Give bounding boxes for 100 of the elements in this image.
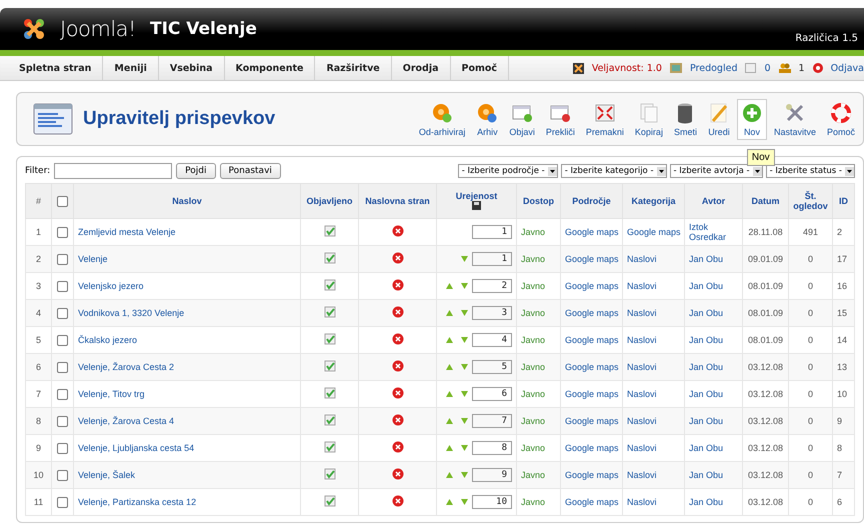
column-header[interactable]: Objavljeno [300, 184, 358, 218]
close-icon[interactable] [392, 333, 404, 345]
up-arrow-icon[interactable] [446, 418, 453, 424]
menu-item[interactable]: Meniji [103, 56, 159, 80]
title-link[interactable]: Velenje, Žarova Cesta 4 [78, 416, 174, 426]
filter-dropdown[interactable]: - Izberite avtorja - [670, 164, 763, 178]
up-arrow-icon[interactable] [446, 391, 453, 397]
published-icon[interactable] [324, 333, 336, 345]
order-field[interactable]: 8 [472, 441, 512, 455]
order-field[interactable]: 1 [472, 252, 512, 266]
column-header[interactable]: Kategorija [622, 184, 684, 218]
down-arrow-icon[interactable] [461, 391, 468, 397]
row-checkbox[interactable] [57, 226, 68, 238]
published-icon[interactable] [324, 252, 336, 264]
menu-item[interactable]: Orodja [392, 56, 451, 80]
close-icon[interactable] [392, 387, 404, 399]
row-checkbox[interactable] [57, 362, 68, 373]
row-checkbox[interactable] [57, 442, 68, 454]
title-link[interactable]: Velenje, Žarova Cesta 2 [78, 362, 174, 372]
title-link[interactable]: Velenje, Ljubljanska cesta 54 [78, 443, 194, 453]
close-icon[interactable] [392, 441, 404, 453]
row-checkbox[interactable] [57, 308, 68, 319]
settings-button[interactable]: Nastavitve [770, 98, 820, 140]
row-checkbox[interactable] [57, 496, 68, 508]
filter-dropdown[interactable]: - Izberite kategorijo - [560, 164, 667, 178]
row-checkbox[interactable] [57, 334, 68, 346]
published-icon[interactable] [324, 441, 336, 453]
close-icon[interactable] [392, 279, 404, 291]
reset-button[interactable]: Ponastavi [220, 163, 281, 179]
down-arrow-icon[interactable] [461, 445, 468, 451]
category-link[interactable]: Naslovi [627, 443, 657, 453]
title-link[interactable]: Čkalsko jezero [78, 335, 138, 345]
up-arrow-icon[interactable] [446, 499, 453, 505]
up-arrow-icon[interactable] [446, 472, 453, 478]
order-field[interactable]: 5 [472, 360, 512, 374]
column-header[interactable]: Naslov [74, 184, 300, 218]
down-arrow-icon[interactable] [461, 364, 468, 370]
menu-item[interactable]: Razširitve [315, 56, 392, 80]
trash-button[interactable]: Smeti [670, 98, 701, 140]
down-arrow-icon[interactable] [461, 283, 468, 289]
order-field[interactable]: 6 [472, 387, 512, 401]
close-icon[interactable] [392, 306, 404, 318]
edit-button[interactable]: Uredi [704, 98, 734, 140]
logout-link[interactable]: Odjava [830, 62, 864, 74]
order-field[interactable]: 10 [472, 495, 512, 509]
published-icon[interactable] [324, 495, 336, 507]
order-field[interactable]: 7 [472, 414, 512, 428]
published-icon[interactable] [324, 414, 336, 426]
row-checkbox[interactable] [57, 280, 68, 292]
title-link[interactable]: Vodnikova 1, 3320 Velenje [78, 308, 184, 318]
category-link[interactable]: Naslovi [627, 254, 657, 264]
menu-item[interactable]: Vsebina [158, 56, 225, 80]
title-link[interactable]: Velenje, Titov trg [78, 389, 145, 399]
messages-count[interactable]: 0 [764, 62, 771, 74]
published-icon[interactable] [324, 279, 336, 291]
down-arrow-icon[interactable] [461, 472, 468, 478]
title-link[interactable]: Velenje [78, 254, 108, 264]
category-link[interactable]: Naslovi [627, 308, 657, 318]
validity-link[interactable]: Veljavnost: 1.0 [592, 62, 662, 74]
filter-dropdown[interactable]: - Izberite področje - [458, 164, 558, 178]
down-arrow-icon[interactable] [461, 256, 468, 262]
unpublish-button[interactable]: Prekliči [542, 98, 579, 140]
published-icon[interactable] [324, 360, 336, 372]
row-checkbox[interactable] [57, 470, 68, 481]
preview-link[interactable]: Predogled [690, 62, 738, 74]
column-header[interactable]: ID [832, 184, 854, 218]
go-button[interactable]: Pojdi [176, 163, 216, 179]
archive-button[interactable]: Arhiv [472, 98, 502, 140]
up-arrow-icon[interactable] [446, 445, 453, 451]
order-field[interactable]: 9 [472, 468, 512, 482]
up-arrow-icon[interactable] [446, 310, 453, 316]
down-arrow-icon[interactable] [461, 310, 468, 316]
select-all-checkbox[interactable] [57, 196, 68, 207]
close-icon[interactable] [392, 468, 404, 480]
up-arrow-icon[interactable] [446, 283, 453, 289]
title-link[interactable]: Velenje, Partizanska cesta 12 [78, 497, 196, 507]
close-icon[interactable] [392, 360, 404, 372]
published-icon[interactable] [324, 306, 336, 318]
column-header[interactable]: Avtor [684, 184, 742, 218]
publish-button[interactable]: Objavi [505, 98, 539, 140]
column-header[interactable]: Datum [742, 184, 788, 218]
row-checkbox[interactable] [57, 254, 68, 265]
category-link[interactable]: Naslovi [627, 416, 657, 426]
category-link[interactable]: Naslovi [627, 389, 657, 399]
column-header[interactable]: Št. ogledov [788, 184, 832, 218]
order-field[interactable]: 3 [472, 306, 512, 320]
new-button[interactable]: Nov [736, 98, 767, 140]
up-arrow-icon[interactable] [446, 364, 453, 370]
row-checkbox[interactable] [57, 416, 68, 427]
published-icon[interactable] [324, 225, 336, 237]
close-icon[interactable] [392, 252, 404, 264]
title-link[interactable]: Zemljevid mesta Velenje [78, 227, 176, 237]
down-arrow-icon[interactable] [461, 418, 468, 424]
category-link[interactable]: Naslovi [627, 497, 657, 507]
column-header[interactable]: Naslovna stran [358, 184, 436, 218]
category-link[interactable]: Naslovi [627, 470, 657, 480]
close-icon[interactable] [392, 414, 404, 426]
category-link[interactable]: Naslovi [627, 362, 657, 372]
help-button[interactable]: Pomoč [822, 98, 859, 140]
column-header[interactable]: Področje [560, 184, 622, 218]
